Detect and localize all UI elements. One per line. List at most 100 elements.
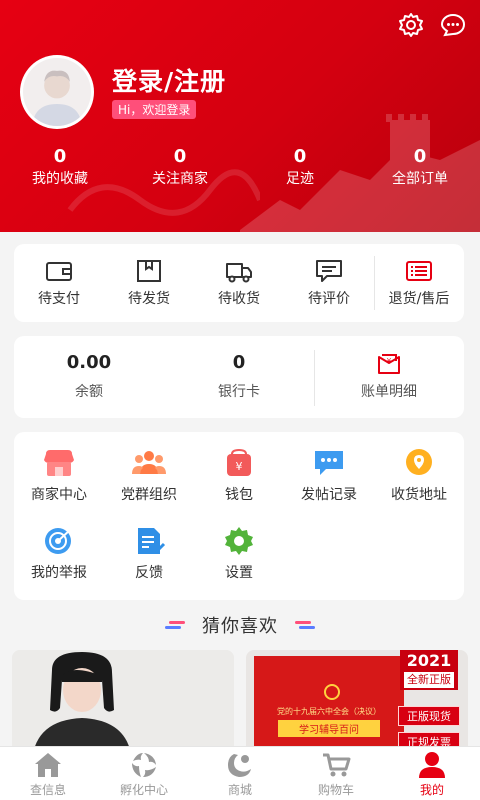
order-status-card: 待支付 待发货 待收货 待评价 退货/售后 — [14, 244, 464, 322]
tab-info[interactable]: 查信息 — [0, 747, 96, 800]
bank-card-value: 0 — [232, 352, 246, 373]
service-label: 钱包 — [225, 487, 253, 503]
service-label: 收货地址 — [391, 487, 447, 503]
service-label: 反馈 — [135, 565, 163, 581]
service-feedback[interactable]: 反馈 — [104, 526, 194, 582]
welcome-badge: Hi，欢迎登录 — [112, 100, 197, 119]
stat-all-orders[interactable]: 0 全部订单 — [360, 145, 480, 189]
tab-label: 商城 — [227, 783, 252, 797]
product-card[interactable]: 党的十九届六中全会（决议） 学习辅导百问 2021 全新正版 正版现货 正规发票 — [246, 650, 468, 760]
location-icon — [406, 449, 432, 475]
bank-card-label: 银行卡 — [218, 384, 260, 400]
settings-icon — [225, 527, 253, 555]
tag-sub: 全新正版 — [404, 672, 454, 688]
stat-value: 0 — [293, 146, 307, 167]
service-merchant-center[interactable]: 商家中心 — [14, 448, 104, 504]
tab-label: 查信息 — [29, 783, 66, 797]
order-pending-payment[interactable]: 待支付 — [14, 244, 104, 322]
tab-incubator[interactable]: 孵化中心 — [96, 747, 192, 800]
order-label: 退货/售后 — [388, 291, 450, 307]
tab-cart[interactable]: 购物车 — [288, 747, 384, 800]
stats-row: 0 我的收藏 0 关注商家 0 足迹 0 全部订单 — [0, 145, 480, 189]
balance-value: 0.00 — [66, 352, 112, 373]
product-card[interactable] — [12, 650, 234, 760]
profile-header: 登录/注册 Hi，欢迎登录 0 我的收藏 0 关注商家 0 足迹 0 全部订单 — [0, 0, 480, 232]
incubator-icon — [132, 753, 156, 777]
tab-label: 购物车 — [317, 783, 354, 797]
book-title: 学习辅导百问 — [278, 720, 380, 737]
badge-genuine: 正版现货 — [398, 706, 460, 726]
order-pending-review[interactable]: 待评价 — [284, 244, 374, 322]
order-label: 待收货 — [218, 291, 260, 307]
gear-icon[interactable] — [398, 12, 424, 38]
bill-details[interactable]: ¥ 账单明细 — [314, 350, 464, 406]
tab-label: 孵化中心 — [119, 783, 168, 797]
group-icon — [132, 451, 166, 474]
order-label: 待发货 — [128, 291, 170, 307]
stat-label: 全部订单 — [392, 171, 448, 187]
order-label: 待支付 — [38, 291, 80, 307]
tab-mall[interactable]: 商城 — [192, 747, 288, 800]
feedback-icon — [138, 528, 166, 554]
service-wallet[interactable]: ¥ 钱包 — [194, 448, 284, 504]
service-shipping-address[interactable]: 收货地址 — [374, 448, 464, 504]
service-label: 商家中心 — [31, 487, 87, 503]
purse-icon: ¥ — [227, 448, 251, 476]
section-title: 猜你喜欢 — [202, 616, 278, 637]
message-icon — [315, 451, 343, 475]
stat-label: 我的收藏 — [32, 171, 88, 187]
service-settings[interactable]: 设置 — [194, 526, 284, 582]
order-label: 待评价 — [308, 291, 350, 307]
balance[interactable]: 0.00 余额 — [14, 350, 164, 404]
book-subtitle: 党的十九届六中全会（决议） — [277, 707, 381, 716]
book-cover: 党的十九届六中全会（决议） 学习辅导百问 — [254, 656, 404, 760]
tag-year: 2021 — [406, 651, 452, 670]
bank-card[interactable]: 0 银行卡 — [164, 350, 314, 404]
comment-icon — [316, 260, 342, 282]
service-label: 党群组织 — [121, 487, 177, 503]
emblem-icon — [324, 684, 340, 700]
portrait-photo — [12, 650, 234, 760]
service-party-groups[interactable]: 党群组织 — [104, 448, 194, 504]
bottom-tab-bar: 查信息 孵化中心 商城 购物车 我的 — [0, 746, 480, 800]
stat-followed-shops[interactable]: 0 关注商家 — [120, 145, 240, 189]
cart-icon — [323, 753, 351, 777]
stat-value: 0 — [413, 146, 427, 167]
service-label: 设置 — [225, 565, 253, 581]
tab-mine[interactable]: 我的 — [384, 747, 480, 800]
wallet-card: 0.00 余额 0 银行卡 ¥ 账单明细 — [14, 336, 464, 418]
order-pending-shipment[interactable]: 待发货 — [104, 244, 194, 322]
default-avatar-icon — [23, 58, 91, 126]
box-icon — [137, 260, 161, 282]
bill-icon: ¥ — [378, 354, 400, 374]
order-pending-receipt[interactable]: 待收货 — [194, 244, 284, 322]
chat-bubble-icon[interactable] — [440, 12, 466, 38]
stat-label: 关注商家 — [152, 171, 208, 187]
service-my-reports[interactable]: 我的举报 — [14, 526, 104, 582]
right-decoration-icon — [295, 621, 316, 629]
tab-label: 我的 — [419, 783, 444, 797]
avatar[interactable] — [20, 55, 94, 129]
truck-icon — [226, 263, 252, 283]
guess-you-like-header: 猜你喜欢 — [0, 612, 480, 638]
return-list-icon — [406, 261, 432, 281]
service-post-history[interactable]: 发帖记录 — [284, 448, 374, 504]
left-decoration-icon — [164, 621, 185, 629]
year-tag: 2021 全新正版 — [400, 650, 458, 690]
wallet-icon — [46, 262, 72, 281]
order-returns[interactable]: 退货/售后 — [374, 244, 464, 322]
stat-value: 0 — [53, 146, 67, 167]
stat-footprints[interactable]: 0 足迹 — [240, 145, 360, 189]
shop-icon — [44, 450, 74, 476]
services-card: 商家中心 党群组织 ¥ 钱包 发帖记录 收货地址 我的举报 反馈 设置 — [14, 432, 464, 600]
target-icon — [45, 528, 71, 554]
balance-label: 余额 — [75, 384, 103, 400]
stat-value: 0 — [173, 146, 187, 167]
stat-favorites[interactable]: 0 我的收藏 — [0, 145, 120, 189]
user-icon — [419, 752, 445, 778]
svg-text:¥: ¥ — [387, 357, 392, 365]
bill-details-label: 账单明细 — [361, 384, 417, 400]
service-label: 发帖记录 — [301, 487, 357, 503]
stat-label: 足迹 — [286, 171, 314, 187]
login-register-link[interactable]: 登录/注册 — [112, 62, 226, 98]
